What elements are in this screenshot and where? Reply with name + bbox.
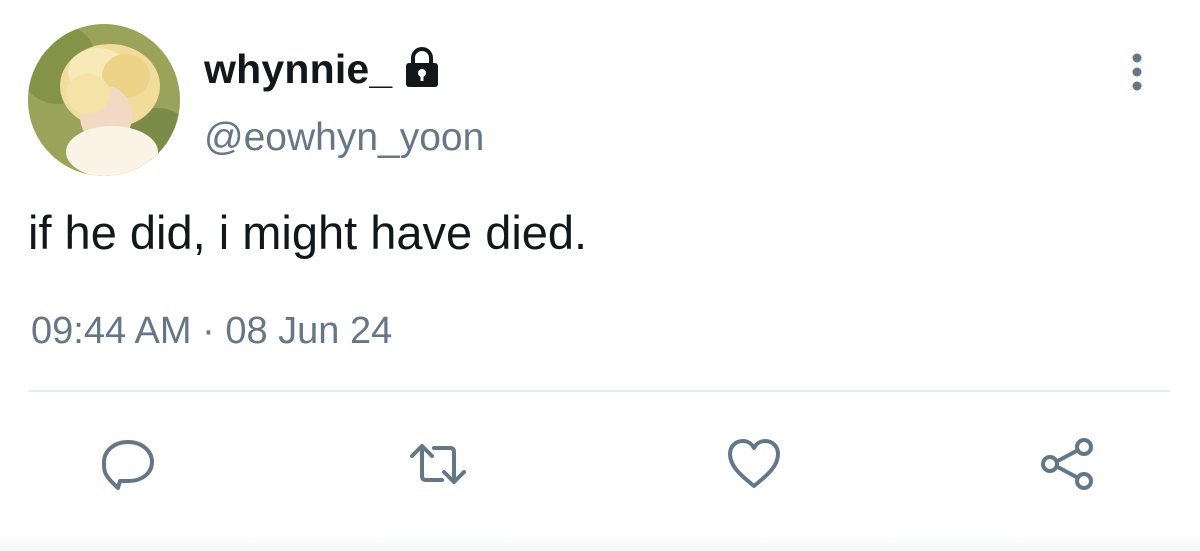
share-button[interactable] bbox=[1036, 432, 1100, 496]
reply-icon bbox=[102, 440, 154, 490]
heart-icon bbox=[728, 439, 780, 488]
user-handle[interactable]: @eowhyn_yoon bbox=[204, 114, 484, 162]
avatar[interactable] bbox=[28, 24, 180, 176]
reply-button[interactable] bbox=[96, 432, 160, 496]
timestamp-separator: · bbox=[202, 310, 215, 352]
tweet-time: 09:44 AM bbox=[31, 310, 192, 352]
display-name[interactable]: whynnie_ bbox=[204, 44, 392, 94]
share-icon bbox=[1041, 438, 1093, 490]
tweet-date: 08 Jun 24 bbox=[225, 310, 393, 352]
bottom-edge bbox=[0, 533, 1200, 551]
retweet-button[interactable] bbox=[406, 432, 470, 496]
tweet-timestamp: 09:44 AM · 08 Jun 24 bbox=[31, 306, 392, 356]
like-button[interactable] bbox=[722, 432, 786, 496]
tweet-text: if he did, i might have died. bbox=[28, 206, 588, 259]
divider bbox=[28, 390, 1170, 392]
more-vertical-icon[interactable] bbox=[1120, 50, 1154, 94]
retweet-icon bbox=[410, 444, 466, 484]
lock-icon bbox=[400, 45, 444, 89]
